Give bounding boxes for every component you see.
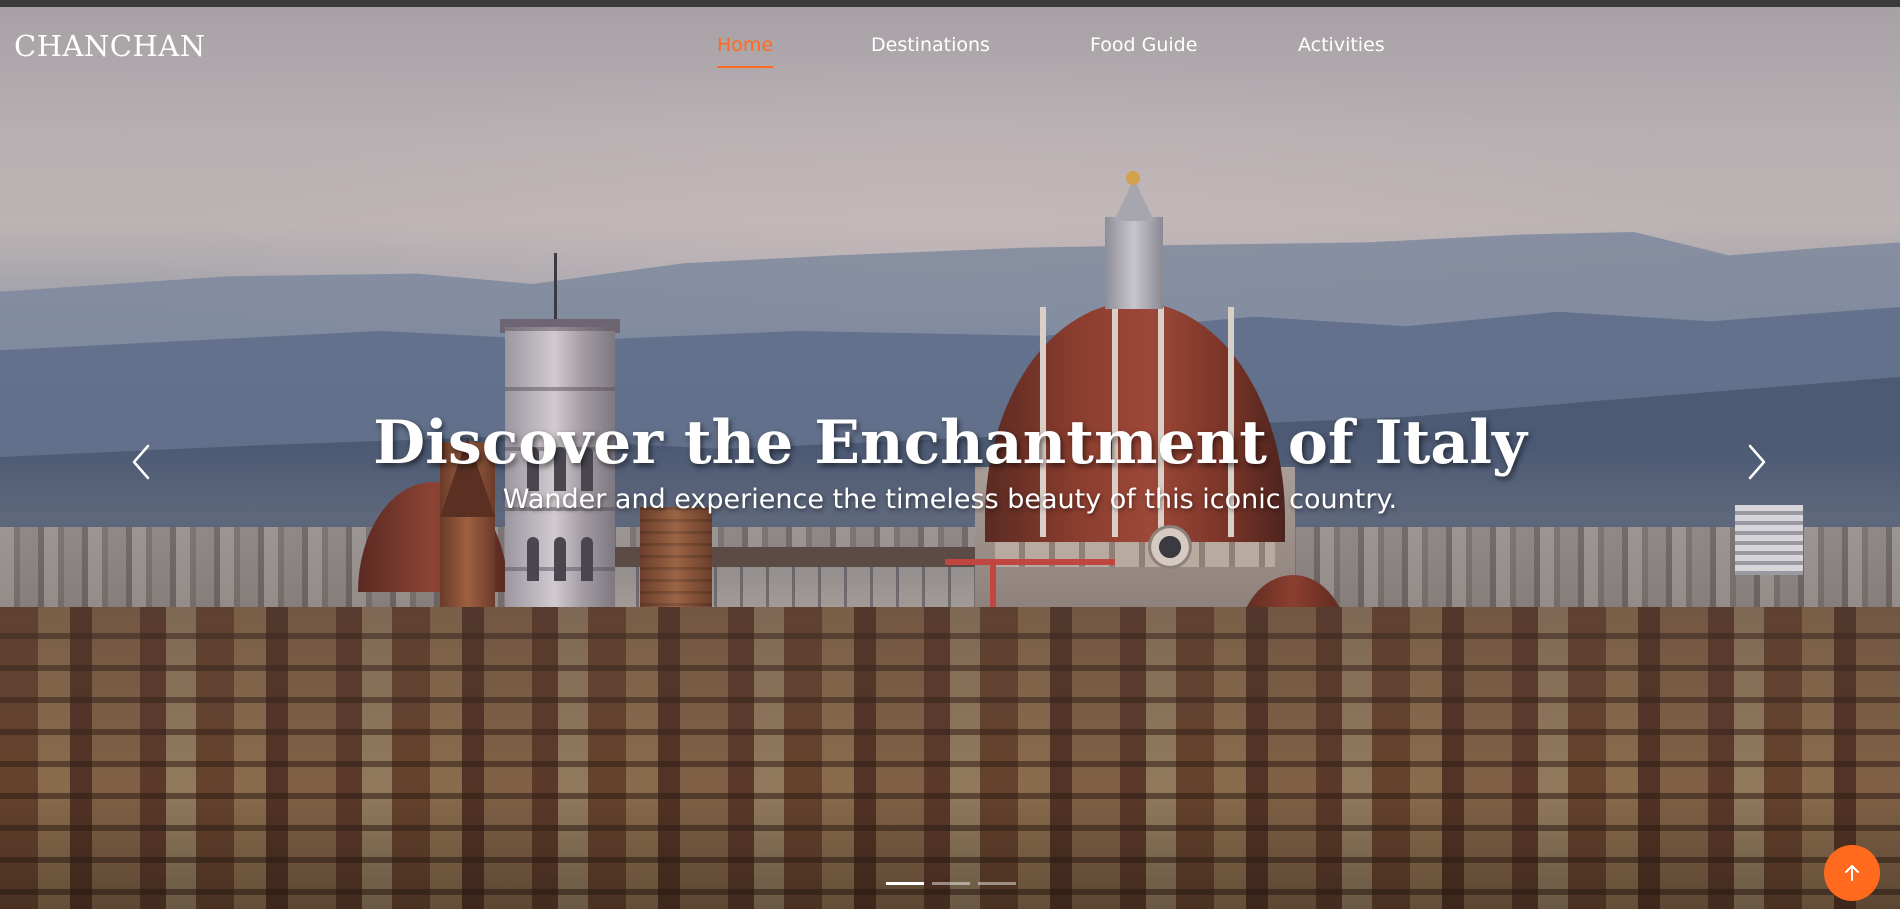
- main-menu: Home Destinations Food Guide Activities: [0, 34, 1900, 74]
- rose-window: [1148, 525, 1192, 569]
- crane-arm: [945, 559, 1115, 565]
- campanile-window: [527, 537, 539, 581]
- nav-item-destinations[interactable]: Destinations: [871, 34, 990, 56]
- top-strip: [0, 0, 1900, 7]
- campanile-spire: [554, 253, 557, 329]
- chevron-left-icon: [132, 444, 150, 480]
- hero-subtitle: Wander and experience the timeless beaut…: [502, 484, 1398, 515]
- carousel-indicator-2[interactable]: [932, 882, 970, 885]
- nav-item-food-guide[interactable]: Food Guide: [1090, 34, 1197, 56]
- dome-lantern: [1105, 217, 1163, 309]
- nav-item-activities[interactable]: Activities: [1298, 34, 1385, 56]
- chevron-right-icon: [1748, 444, 1766, 480]
- carousel-next-button[interactable]: [1736, 440, 1776, 484]
- city-shade: [0, 607, 1900, 909]
- hero-title: Discover the Enchantment of Italy: [373, 408, 1527, 479]
- campanile-window: [581, 537, 593, 581]
- back-to-top-button[interactable]: [1824, 845, 1880, 901]
- building-right: [1735, 505, 1803, 575]
- carousel-indicator-3[interactable]: [978, 882, 1016, 885]
- arrow-up-icon: [1845, 865, 1859, 881]
- navbar: CHANCHAN Home Destinations Food Guide Ac…: [0, 7, 1900, 87]
- carousel-indicator-1[interactable]: [886, 882, 924, 885]
- dome-lantern-ball: [1126, 171, 1140, 185]
- carousel-indicators: [886, 882, 1016, 888]
- campanile-window: [554, 537, 566, 581]
- carousel-prev-button[interactable]: [122, 440, 162, 484]
- nav-item-home[interactable]: Home: [717, 34, 774, 68]
